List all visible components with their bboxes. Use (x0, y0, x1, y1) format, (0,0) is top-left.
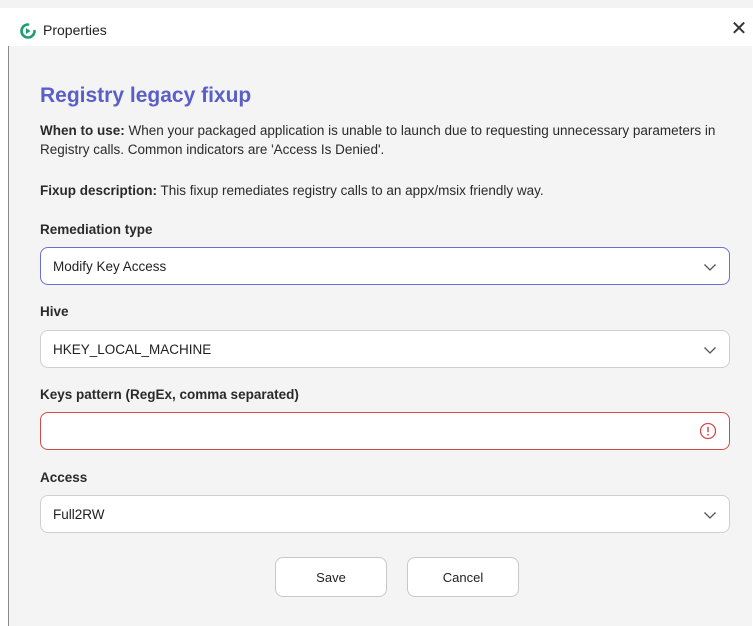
window-title: Properties (43, 22, 107, 38)
close-icon: ✕ (730, 18, 748, 40)
hive-select[interactable]: HKEY_LOCAL_MACHINE (40, 330, 730, 368)
keys-pattern-input[interactable] (40, 412, 730, 450)
chevron-down-icon (704, 264, 716, 271)
fixup-description-body: This fixup remediates registry calls to … (157, 183, 544, 198)
dialog-content: Registry legacy fixup When to use: When … (9, 46, 752, 626)
app-logo-icon (20, 23, 36, 39)
remediation-type-select[interactable]: Modify Key Access (40, 247, 730, 285)
chevron-down-icon (704, 347, 716, 354)
access-label: Access (40, 470, 88, 485)
close-button[interactable]: ✕ (728, 18, 750, 40)
remediation-type-label: Remediation type (40, 222, 153, 237)
keys-pattern-label: Keys pattern (RegEx, comma separated) (40, 387, 299, 402)
when-to-use-text: When to use: When your packaged applicat… (40, 121, 730, 159)
hive-value: HKEY_LOCAL_MACHINE (53, 342, 212, 357)
remediation-type-value: Modify Key Access (53, 259, 167, 274)
title-bar: Properties ✕ (0, 8, 753, 46)
chevron-down-icon (704, 512, 716, 519)
page-title: Registry legacy fixup (40, 84, 252, 107)
save-button[interactable]: Save (275, 557, 387, 597)
error-icon (699, 422, 717, 440)
cancel-button[interactable]: Cancel (407, 557, 519, 597)
fixup-description-text: Fixup description: This fixup remediates… (40, 181, 730, 200)
access-value: Full2RW (53, 507, 105, 522)
fixup-description-label: Fixup description: (40, 183, 158, 198)
when-to-use-label: When to use: (40, 123, 125, 138)
access-select[interactable]: Full2RW (40, 495, 730, 533)
hive-label: Hive (40, 304, 69, 319)
when-to-use-body: When your packaged application is unable… (40, 123, 716, 157)
